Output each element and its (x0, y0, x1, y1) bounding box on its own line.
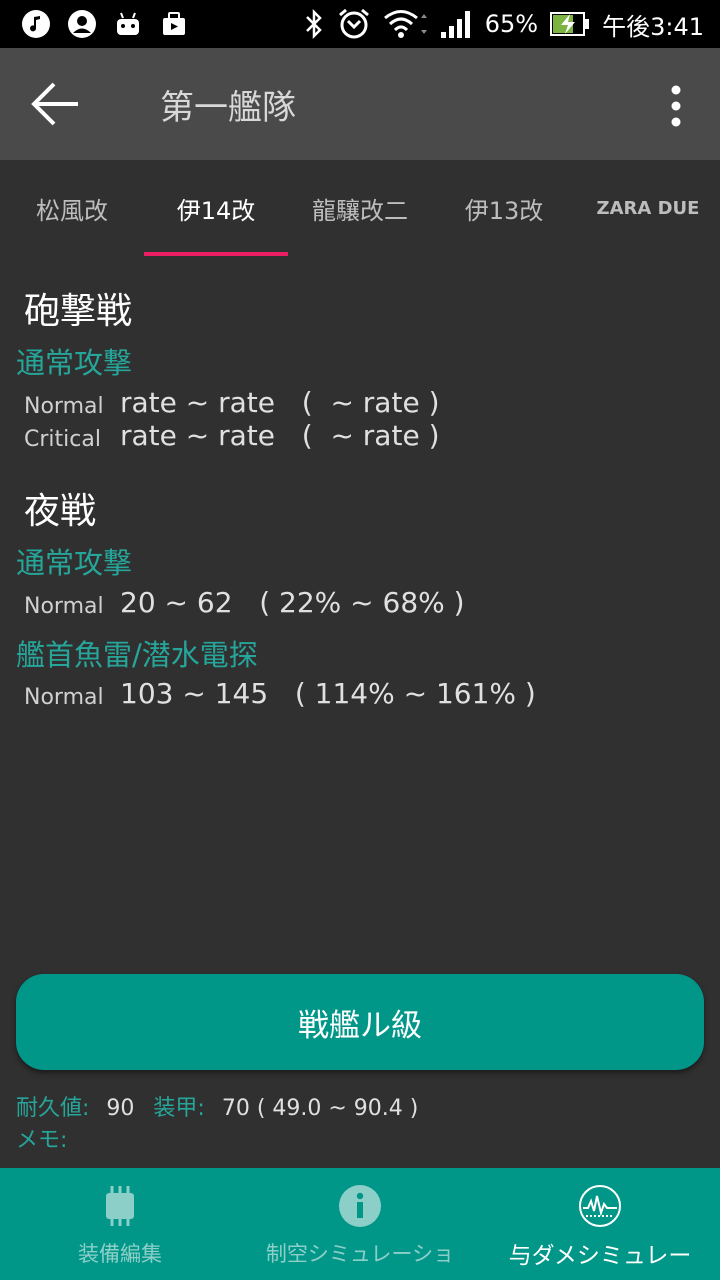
android-icon (117, 12, 139, 35)
ship-tabs: 松風改 伊14改 龍驤改二 伊13改 ZARA DUE (0, 160, 720, 256)
day-battle-title: 砲撃戦 (24, 291, 133, 332)
tab-ship-1[interactable]: 松風改 (0, 160, 144, 256)
info-icon (339, 1185, 381, 1227)
enemy-memo: メモ: (16, 1122, 67, 1154)
nav-damage-label: 与ダメシミュレー (508, 1243, 692, 1269)
music-icon (22, 10, 50, 38)
armor-value: 70 ( 49.0 ~ 90.4 ) (221, 1096, 419, 1121)
arrow-back-icon (31, 82, 78, 126)
night-attack-value: 20 ~ 62 ( 22% ~ 68% ) (120, 586, 465, 619)
day-critical-label: Critical (24, 427, 101, 452)
tab-ship-2[interactable]: 伊14改 (144, 160, 288, 256)
nav-equipment-edit[interactable]: 装備編集 (0, 1168, 240, 1280)
notification-icons (20, 8, 190, 40)
app-bar: 第一艦隊 (0, 48, 720, 160)
tab-ship-5[interactable]: ZARA DUE (576, 160, 720, 256)
night-torpedo-value: 103 ~ 145 ( 114% ~ 161% ) (120, 677, 536, 710)
bottom-navigation: 装備編集 制空シミュレーショ 与ダメシミュレー (0, 1168, 720, 1280)
day-attack-name: 通常攻撃 (16, 346, 133, 380)
tab-ship-4[interactable]: 伊13改 (432, 160, 576, 256)
day-normal-value: rate ~ rate ( ~ rate ) (120, 386, 440, 419)
clock: 午後3:41 (602, 12, 704, 41)
nav-air-simulation[interactable]: 制空シミュレーショ (240, 1168, 480, 1280)
bluetooth-icon (305, 8, 322, 40)
alarm-icon (338, 8, 369, 39)
night-attack-label: Normal (24, 594, 104, 619)
chip-icon (106, 1186, 134, 1226)
enemy-stats: 耐久値: 90 装甲: 70 ( 49.0 ~ 90.4 ) (16, 1090, 418, 1122)
waveform-icon (579, 1185, 621, 1227)
status-bar: 65% 午後3:41 (0, 0, 720, 48)
system-indicators: 65% 午後3:41 (303, 0, 704, 48)
tab-indicator (144, 252, 288, 256)
enemy-select-button[interactable]: 戦艦ル級 (16, 974, 704, 1070)
shopping-bag-icon (163, 12, 185, 35)
night-attack-name: 通常攻撃 (16, 546, 133, 580)
battery-percent: 65% (484, 10, 539, 38)
more-vert-icon (671, 85, 681, 127)
signal-icon (440, 11, 470, 38)
tab-ship-3[interactable]: 龍驤改二 (288, 160, 432, 256)
nav-equipment-label: 装備編集 (78, 1242, 162, 1266)
day-critical-value: rate ~ rate ( ~ rate ) (120, 419, 440, 452)
wifi-icon (383, 10, 427, 38)
night-torpedo-label: Normal (24, 685, 104, 710)
nav-air-label: 制空シミュレーショ (265, 1242, 455, 1266)
day-normal-label: Normal (24, 394, 104, 419)
hp-value: 90 (106, 1096, 135, 1121)
armor-key: 装甲: (153, 1096, 205, 1121)
account-icon (68, 10, 96, 38)
back-button[interactable] (24, 76, 88, 132)
overflow-menu-button[interactable] (656, 78, 696, 134)
memo-key: メモ: (16, 1128, 68, 1153)
battery-charging-icon (550, 12, 590, 36)
night-battle-title: 夜戦 (24, 491, 97, 532)
nav-damage-simulation[interactable]: 与ダメシミュレー (480, 1168, 720, 1280)
night-torpedo-attack-name: 艦首魚雷/潜水電探 (16, 638, 258, 672)
page-title: 第一艦隊 (160, 88, 296, 128)
hp-key: 耐久値: (16, 1096, 90, 1121)
